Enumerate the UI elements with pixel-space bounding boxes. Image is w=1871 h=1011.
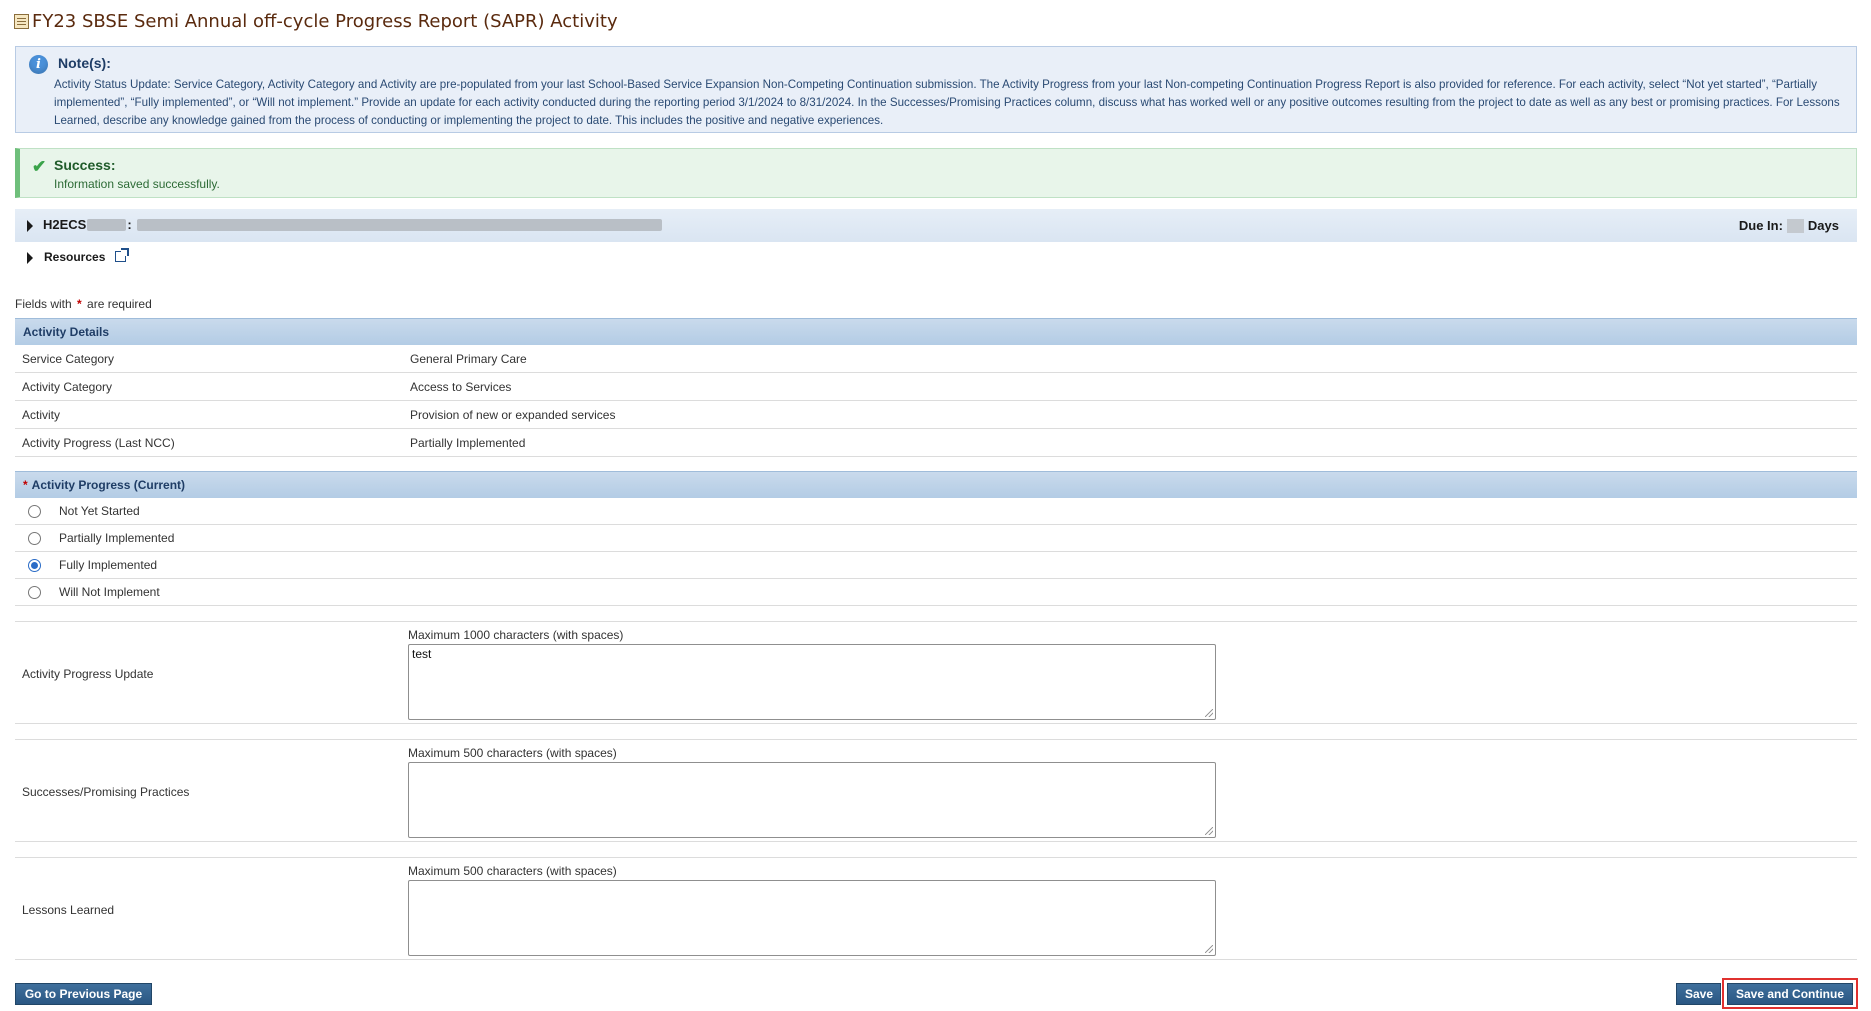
lessons-row: Lessons Learned Maximum 500 characters (… [15, 857, 1857, 960]
grant-bar[interactable]: H2ECS : Due In: Days [15, 209, 1857, 242]
detail-row-service-category: Service Category General Primary Care [15, 345, 1857, 373]
successes-textarea[interactable] [408, 762, 1216, 838]
info-icon: i [29, 55, 48, 74]
external-link-icon[interactable] [115, 248, 129, 262]
required-fields-note: Fields with * are required [15, 297, 152, 311]
required-note-before: Fields with [15, 297, 72, 311]
go-to-previous-page-button[interactable]: Go to Previous Page [15, 983, 152, 1005]
successes-row: Successes/Promising Practices Maximum 50… [15, 739, 1857, 842]
detail-value: Partially Implemented [410, 436, 526, 450]
redacted-grant-title [136, 218, 662, 231]
page-title: FY23 SBSE Semi Annual off-cycle Progress… [32, 10, 618, 32]
activity-progress-heading: * Activity Progress (Current) [23, 478, 185, 492]
required-note-after: are required [87, 297, 152, 311]
redacted-days [1786, 218, 1804, 233]
detail-label: Activity [22, 408, 61, 422]
edit-document-icon [14, 13, 29, 29]
resize-grip-icon[interactable] [1205, 827, 1213, 835]
page-header: FY23 SBSE Semi Annual off-cycle Progress… [14, 9, 618, 33]
success-message: ✔ Success: Information saved successfull… [15, 148, 1857, 198]
radio-not-yet-started[interactable] [28, 505, 41, 518]
progress-update-value: test [412, 647, 432, 661]
radio-partially-implemented[interactable] [28, 532, 41, 545]
successes-max-note: Maximum 500 characters (with spaces) [408, 746, 617, 760]
lessons-max-note: Maximum 500 characters (with spaces) [408, 864, 617, 878]
detail-value: General Primary Care [410, 352, 527, 366]
success-body: Information saved successfully. [54, 177, 220, 191]
radio-row-will-not-implement[interactable]: Will Not Implement [15, 579, 1857, 606]
resources-link[interactable]: Resources [44, 250, 105, 264]
radio-will-not-implement[interactable] [28, 586, 41, 599]
resize-grip-icon[interactable] [1205, 945, 1213, 953]
radio-label[interactable]: Partially Implemented [59, 531, 174, 545]
progress-update-max-note: Maximum 1000 characters (with spaces) [408, 628, 624, 642]
detail-row-last-ncc-progress: Activity Progress (Last NCC) Partially I… [15, 429, 1857, 457]
radio-row-not-yet-started[interactable]: Not Yet Started [15, 498, 1857, 525]
days-label: Days [1807, 218, 1839, 233]
radio-row-partially-implemented[interactable]: Partially Implemented [15, 525, 1857, 552]
lessons-label: Lessons Learned [22, 903, 115, 917]
radio-row-fully-implemented[interactable]: Fully Implemented [15, 552, 1857, 579]
detail-label: Service Category [22, 352, 115, 366]
detail-label: Activity Category [22, 380, 113, 394]
redacted-grant-number [87, 218, 127, 231]
radio-label[interactable]: Not Yet Started [59, 504, 140, 518]
detail-value: Provision of new or expanded services [410, 408, 616, 422]
activity-details-header: Activity Details [15, 318, 1857, 345]
successes-label: Successes/Promising Practices [22, 785, 190, 799]
progress-update-label: Activity Progress Update [22, 667, 154, 681]
radio-label[interactable]: Fully Implemented [59, 558, 157, 572]
detail-label: Activity Progress (Last NCC) [22, 436, 175, 450]
grant-number-prefix: H2ECS [43, 217, 87, 232]
expand-caret-icon[interactable] [27, 220, 33, 232]
activity-details-heading: Activity Details [23, 325, 110, 339]
required-star-icon: * [77, 297, 82, 311]
radio-fully-implemented[interactable] [28, 559, 41, 572]
activity-progress-header: * Activity Progress (Current) [15, 471, 1857, 498]
progress-update-textarea[interactable]: test [408, 644, 1216, 720]
save-button[interactable]: Save [1676, 983, 1721, 1005]
note-heading: Note(s): [58, 55, 111, 71]
resources-caret-icon[interactable] [27, 252, 33, 264]
note-panel: i Note(s): Activity Status Update: Servi… [15, 46, 1857, 133]
due-label: Due In: [1738, 218, 1783, 233]
due-in: Due In: Days [1739, 218, 1839, 233]
checkmark-icon: ✔ [32, 157, 47, 176]
note-body: Activity Status Update: Service Category… [54, 78, 1840, 127]
resize-grip-icon[interactable] [1205, 709, 1213, 717]
progress-update-row: Activity Progress Update Maximum 1000 ch… [15, 621, 1857, 724]
success-heading: Success: [54, 157, 116, 173]
save-and-continue-button[interactable]: Save and Continue [1727, 983, 1853, 1005]
radio-label[interactable]: Will Not Implement [59, 585, 160, 599]
detail-row-activity-category: Activity Category Access to Services [15, 373, 1857, 401]
grant-separator: : [127, 217, 132, 232]
lessons-textarea[interactable] [408, 880, 1216, 956]
detail-value: Access to Services [410, 380, 512, 394]
detail-row-activity: Activity Provision of new or expanded se… [15, 401, 1857, 429]
activity-progress-title: Activity Progress (Current) [31, 478, 186, 492]
required-star-icon: * [23, 478, 28, 492]
grant-title: H2ECS : [43, 217, 662, 232]
